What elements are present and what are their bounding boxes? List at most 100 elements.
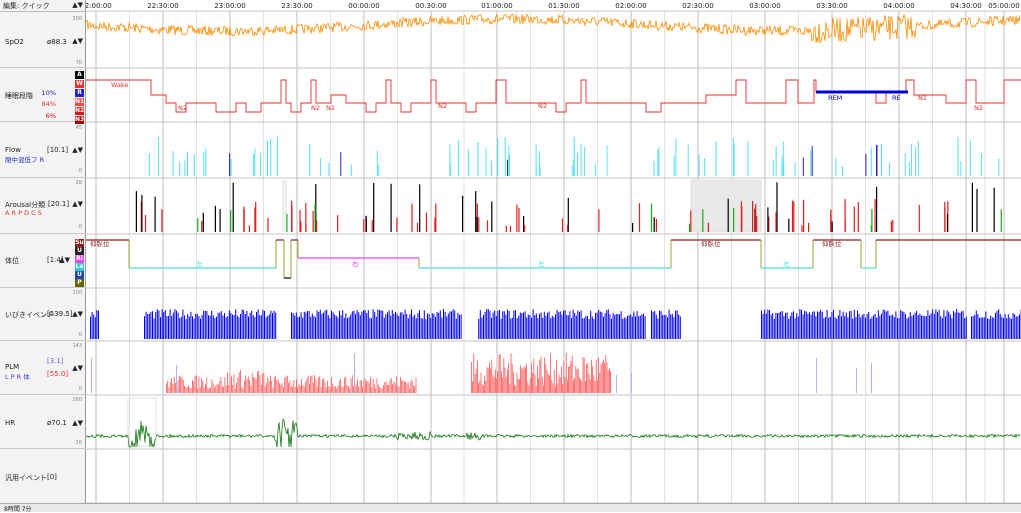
snore-event-bar [995, 313, 996, 339]
snore-event-bar [373, 309, 374, 339]
snore-event-bar [261, 315, 262, 339]
arousal-event-bar [854, 207, 855, 233]
snore-event-bar [1000, 314, 1001, 339]
snore-event-bar [240, 314, 241, 339]
plm-event-bar [212, 380, 213, 394]
snore-event-bar [401, 312, 402, 339]
snore-scale-arrows[interactable]: ▲▼ [72, 310, 83, 318]
plm-event-bar [481, 373, 482, 393]
snore-event-bar [993, 318, 994, 339]
position-key-prone[interactable]: P [75, 279, 84, 287]
signal-chart-area[interactable]: 22:00:0022:30:0023:00:0023:30:0000:00:00… [86, 0, 1021, 511]
channel-arousal[interactable]: Arousal分類 [20.1] ▲▼ A R P D C S 28 0 [0, 178, 86, 234]
snore-event-bar [446, 317, 447, 340]
arousal-event-bar [510, 226, 511, 232]
edit-mode-label[interactable]: 編集: クイック [3, 1, 50, 11]
plm-event-bar [549, 376, 550, 394]
plm-event-bar [497, 371, 498, 393]
plm-event-bar [494, 377, 495, 393]
plm-event-bar [542, 377, 543, 393]
snore-event-bar [293, 313, 294, 339]
plm-event-bar [507, 369, 508, 393]
plm-event-bar [245, 375, 246, 393]
position-key-supine[interactable]: Su [75, 239, 84, 247]
plm-event-bar [583, 357, 584, 393]
time-label: 05:00:00 [988, 2, 1019, 10]
position-scale-arrows[interactable]: ▲▼ [59, 256, 70, 264]
snore-event-bar [606, 310, 607, 339]
snore-event-bar [355, 314, 356, 339]
plm-event-bar [201, 378, 202, 393]
stage-key-w[interactable]: W [75, 80, 84, 88]
arousal-event-bar [702, 209, 703, 232]
snore-event-bar [927, 310, 928, 339]
snore-event-bar [844, 316, 845, 339]
plm-event-bar [530, 378, 531, 393]
stage-key-a[interactable]: A [75, 71, 84, 79]
channel-flow[interactable]: Flow [10.1] ▲▼ 閉中混低フ R 45 0 [0, 122, 86, 178]
position-key-up[interactable]: U [75, 247, 84, 255]
position-key-left[interactable]: Le [75, 263, 84, 271]
arousal-event-bar [919, 205, 920, 232]
arousal-scale-arrows[interactable]: ▲▼ [72, 200, 83, 208]
position-key-right[interactable]: Ri [75, 255, 84, 263]
snore-event-bar [520, 313, 521, 340]
snore-event-bar [931, 313, 932, 339]
arousal-event-bar [233, 183, 234, 232]
stage-key-n2[interactable]: N2 [75, 107, 84, 115]
snore-event-bar [184, 315, 185, 339]
plm-event-bar [366, 382, 367, 394]
plm-event-bar [487, 367, 488, 393]
spo2-scale-top: 100 [72, 16, 82, 22]
time-label: 01:00:00 [481, 2, 512, 10]
snore-event-bar [254, 317, 255, 339]
hr-scale-arrows[interactable]: ▲▼ [72, 419, 83, 427]
channel-spo2[interactable]: SpO2 ø88.3 ▲▼ 100 70 [0, 12, 86, 68]
plm-event-bar [364, 380, 365, 393]
channel-hr[interactable]: HR ø70.1 ▲▼ 280 16 [0, 395, 86, 449]
plm-event-bar [344, 378, 345, 393]
stage-key-r[interactable]: R [75, 89, 84, 97]
flow-event-bar [783, 142, 784, 177]
plm-scale-arrows[interactable]: ▲▼ [72, 364, 83, 372]
snore-event-bar [678, 314, 679, 339]
channel-generic-events[interactable]: 汎用イベント [0] [0, 449, 86, 503]
position-key-upright[interactable]: U [75, 271, 84, 279]
snore-event-bar [216, 317, 217, 339]
plm-event-bar [573, 380, 574, 393]
plm-event-bar [336, 389, 337, 394]
channel-sleep-stage[interactable]: 睡眠段階 10% 84% 6% A W R N1 N2 N3 [0, 68, 86, 122]
plm-event-bar [306, 379, 307, 394]
scroll-arrows[interactable]: ▲▼ [72, 1, 83, 9]
snore-event-bar [600, 312, 601, 340]
snore-event-bar [267, 316, 268, 339]
flow-event-bar [320, 158, 321, 176]
snore-event-bar [667, 317, 668, 339]
snore-event-bar [357, 310, 358, 339]
plm-event-bar [301, 379, 302, 393]
channel-plm[interactable]: PLM [3.1] [55.0] ▲▼ L P R 体 143 0 [0, 341, 86, 395]
flow-scale-arrows[interactable]: ▲▼ [72, 146, 83, 154]
snore-event-bar [974, 315, 975, 339]
stage-label-rem: REM [828, 94, 842, 102]
stage-label-n2: N2 [538, 102, 547, 110]
flow-event-bar [340, 152, 341, 176]
snore-event-bar [653, 312, 654, 339]
snore-event-bar [366, 313, 367, 339]
arousal-event-bar [767, 207, 768, 232]
plm-event-bar [533, 359, 534, 393]
arousal-event-bar [478, 218, 479, 233]
stage-key-n1[interactable]: N1 [75, 98, 84, 106]
plm-event-bar [587, 363, 588, 393]
channel-snore[interactable]: いびきイベント [539.5] ▲▼ 100 0 [0, 288, 86, 341]
spo2-scale-arrows[interactable]: ▲▼ [72, 37, 83, 45]
snore-event-bar [860, 317, 861, 339]
plm-event-bar [284, 378, 285, 393]
plm-event-bar [368, 381, 369, 393]
snore-event-bar [256, 312, 257, 339]
channel-position[interactable]: 体位 [1.4] ▲▼ Su U Ri Le U P [0, 234, 86, 288]
plm-event-bar [485, 381, 486, 393]
snore-event-bar [329, 318, 330, 339]
plm-event-bar [200, 388, 201, 393]
snore-event-bar [274, 311, 275, 339]
